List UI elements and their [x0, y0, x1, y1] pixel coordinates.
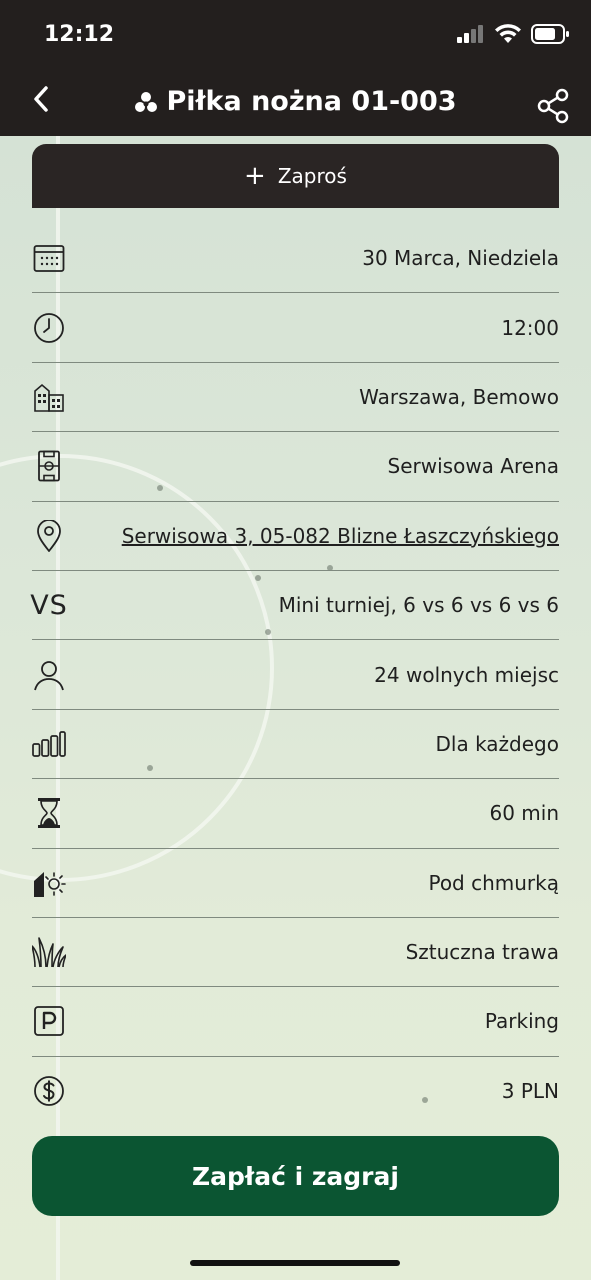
format-row: VS Mini turniej, 6 vs 6 vs 6 vs 6 [30, 571, 559, 641]
parking-value: Parking [484, 1009, 559, 1034]
price-value: 3 PLN [501, 1079, 559, 1104]
vs-label: VS [30, 589, 68, 621]
address-row[interactable]: Serwisowa 3, 05-082 Blizne Łaszczyńskieg… [32, 502, 559, 571]
outdoor-icon [32, 866, 66, 900]
plus-icon: + [244, 161, 266, 191]
status-time: 12:12 [44, 22, 115, 47]
battery-icon [531, 24, 569, 44]
level-value: Dla każdego [435, 731, 560, 756]
details-list: 30 Marca, Niedziela 12:00 Warszawa, Bemo… [30, 224, 560, 1126]
grass-icon [32, 935, 66, 969]
home-indicator [190, 1260, 400, 1266]
clock-icon [32, 311, 66, 345]
time-row: 12:00 [32, 293, 559, 363]
invite-button[interactable]: + Zaproś [32, 144, 559, 208]
status-icons [457, 24, 569, 44]
share-button[interactable] [533, 86, 573, 126]
wifi-icon [495, 24, 521, 43]
city-value: Warszawa, Bemowo [359, 384, 559, 409]
duration-row: 60 min [32, 779, 559, 849]
time-value: 12:00 [501, 315, 559, 340]
header: Piłka nożna 01-003 [0, 72, 591, 136]
page-title: Piłka nożna 01-003 [0, 86, 591, 117]
parking-row: Parking [32, 987, 559, 1057]
format-value: Mini turniej, 6 vs 6 vs 6 vs 6 [278, 593, 559, 618]
price-row: 3 PLN [32, 1057, 559, 1126]
signal-icon [457, 25, 483, 43]
date-value: 30 Marca, Niedziela [362, 246, 559, 271]
user-icon [32, 658, 66, 692]
duration-value: 60 min [489, 801, 559, 826]
parking-icon [32, 1004, 66, 1038]
dollar-icon [32, 1074, 66, 1108]
pay-and-play-button[interactable]: Zapłać i zagraj [32, 1136, 559, 1216]
status-bar: 12:12 [0, 0, 591, 72]
event-details: + Zaproś 30 Marca, Niedziela 12:00 Warsz… [0, 136, 591, 1280]
city-icon [32, 380, 66, 414]
address-link[interactable]: Serwisowa 3, 05-082 Blizne Łaszczyńskieg… [122, 524, 559, 548]
share-icon [537, 88, 569, 124]
location-pin-icon [32, 519, 66, 553]
level-row: Dla każdego [32, 710, 560, 780]
spots-row: 24 wolnych miejsc [32, 640, 559, 710]
location-type-value: Pod chmurką [428, 870, 559, 895]
page-title-text: Piłka nożna 01-003 [166, 86, 457, 117]
surface-value: Sztuczna trawa [405, 940, 559, 965]
city-row: Warszawa, Bemowo [32, 363, 559, 433]
pitch-icon [32, 449, 66, 483]
venue-value: Serwisowa Arena [387, 454, 559, 479]
hourglass-icon [32, 796, 66, 830]
spots-value: 24 wolnych miejsc [374, 662, 559, 687]
date-row: 30 Marca, Niedziela [32, 224, 559, 294]
calendar-icon [32, 241, 66, 275]
surface-row: Sztuczna trawa [32, 918, 559, 988]
vs-icon: VS [30, 588, 68, 622]
venue-row: Serwisowa Arena [32, 432, 559, 502]
invite-label: Zaproś [277, 164, 347, 188]
level-bars-icon [32, 727, 66, 761]
football-icon [135, 91, 158, 112]
location-type-row: Pod chmurką [32, 849, 559, 918]
